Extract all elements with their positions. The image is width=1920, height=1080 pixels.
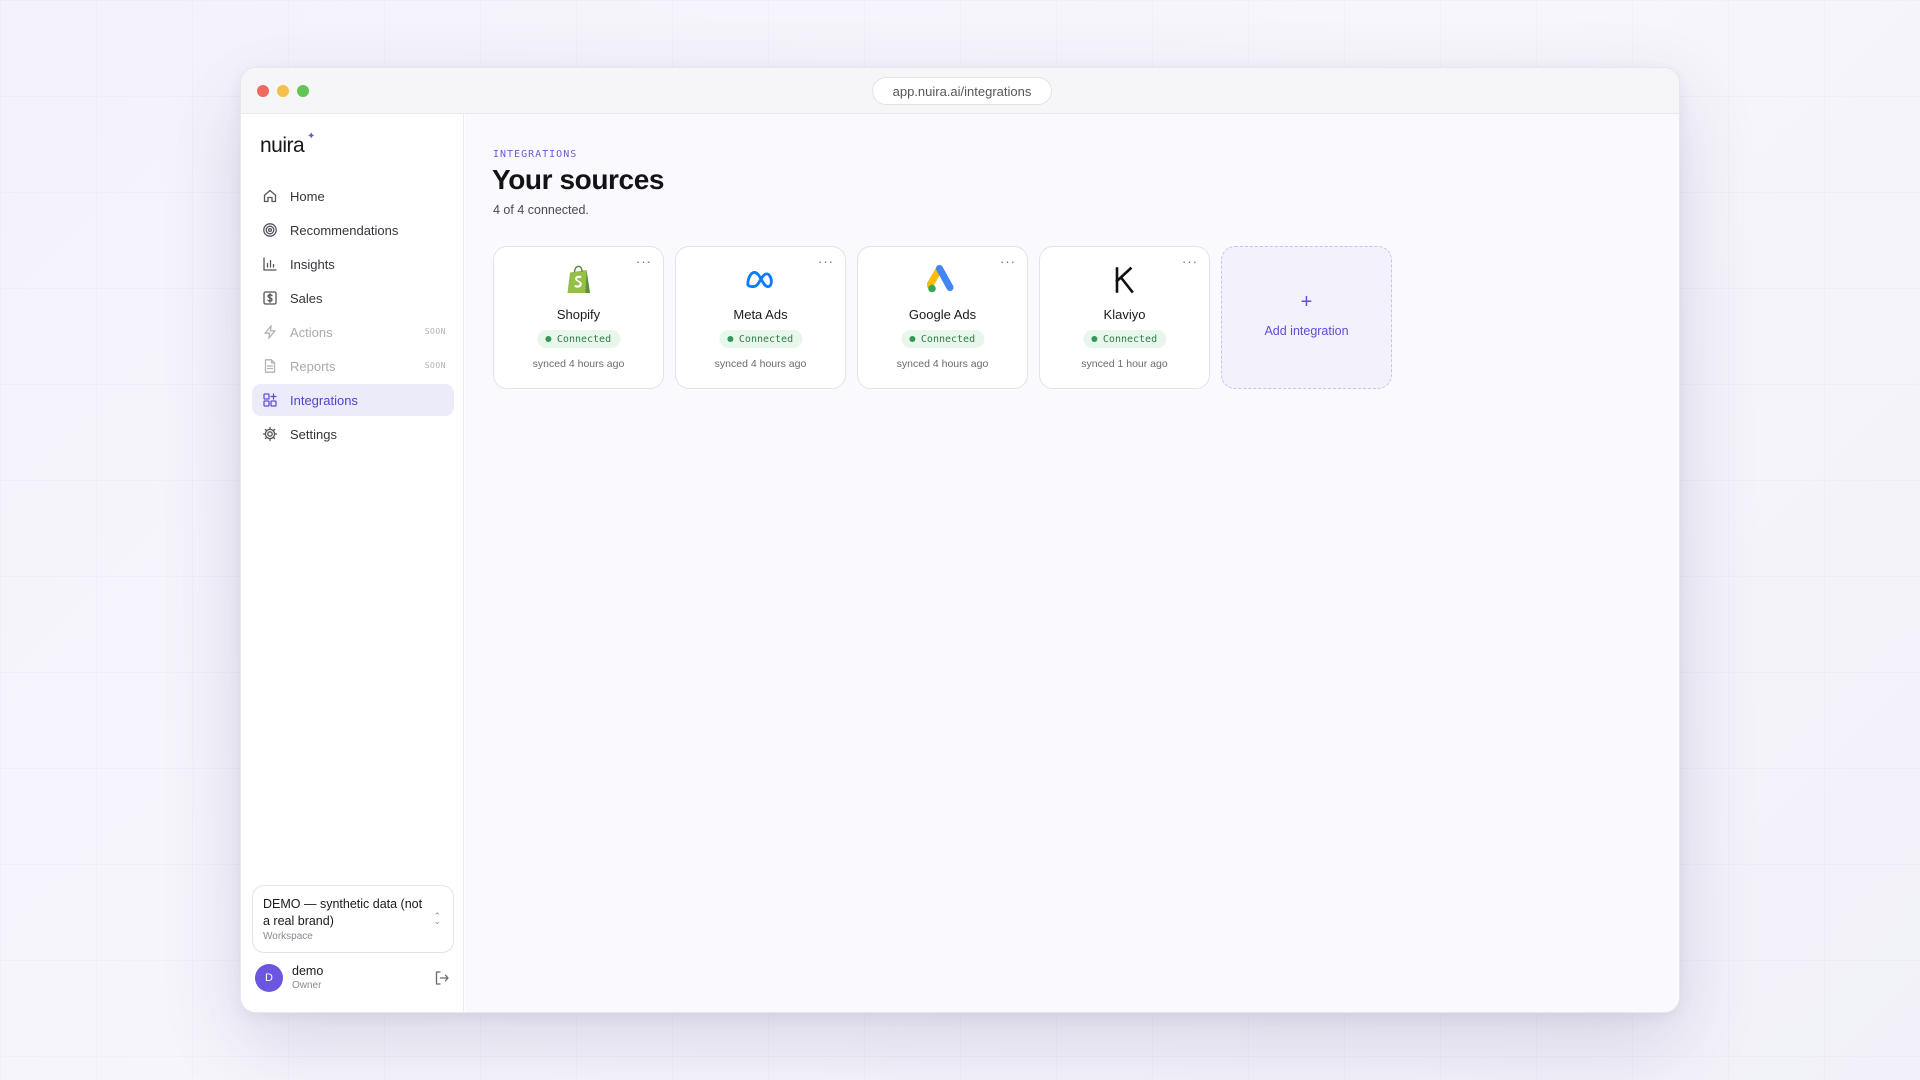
status-label: Connected bbox=[738, 333, 794, 345]
status-badge: Connected bbox=[900, 330, 985, 348]
status-dot bbox=[1090, 336, 1097, 342]
document-icon bbox=[261, 357, 279, 375]
status-badge: Connected bbox=[536, 330, 621, 348]
status-dot bbox=[908, 336, 915, 342]
more-options-icon[interactable]: ··· bbox=[1000, 254, 1016, 269]
sidebar-item-reports[interactable]: Reports SOON bbox=[252, 350, 454, 382]
logout-icon[interactable] bbox=[433, 969, 451, 987]
more-options-icon[interactable]: ··· bbox=[818, 254, 834, 269]
avatar: D bbox=[255, 964, 283, 992]
status-label: Connected bbox=[1102, 333, 1158, 345]
integration-card-klaviyo[interactable]: ··· Klaviyo Connected synced 1 hour ago bbox=[1039, 246, 1210, 389]
status-dot bbox=[726, 336, 733, 342]
minimize-window-button[interactable] bbox=[277, 85, 289, 97]
sidebar-item-label: Home bbox=[290, 188, 325, 204]
sidebar-item-integrations[interactable]: Integrations bbox=[252, 384, 454, 416]
sidebar: nuira ✦ Home Recommendations Insights Sa… bbox=[241, 114, 464, 1012]
chevron-updown-icon: ⌃ ⌄ bbox=[433, 911, 441, 926]
browser-titlebar: app.nuira.ai/integrations bbox=[241, 68, 1679, 114]
soon-badge: SOON bbox=[424, 327, 446, 336]
soon-badge: SOON bbox=[424, 361, 446, 370]
sidebar-item-label: Settings bbox=[290, 426, 337, 442]
sidebar-item-label: Integrations bbox=[290, 392, 358, 408]
sidebar-item-label: Sales bbox=[290, 290, 323, 306]
status-badge: Connected bbox=[718, 330, 803, 348]
sidebar-item-label: Actions bbox=[290, 324, 333, 340]
sync-time: synced 4 hours ago bbox=[714, 358, 807, 370]
page-subtitle: 4 of 4 connected. bbox=[493, 203, 589, 217]
bar-chart-icon bbox=[261, 255, 279, 273]
grid-plus-icon bbox=[261, 391, 279, 409]
sidebar-item-label: Reports bbox=[290, 358, 336, 374]
sidebar-nav: Home Recommendations Insights Sales Acti… bbox=[252, 180, 454, 452]
gear-icon bbox=[261, 425, 279, 443]
add-integration-label: Add integration bbox=[1264, 324, 1349, 338]
add-integration-button[interactable]: + Add integration bbox=[1221, 246, 1392, 389]
sidebar-item-home[interactable]: Home bbox=[252, 180, 454, 212]
app-logo[interactable]: nuira bbox=[260, 134, 305, 158]
more-options-icon[interactable]: ··· bbox=[1182, 254, 1198, 269]
sidebar-item-label: Insights bbox=[290, 256, 335, 272]
integration-card-google-ads[interactable]: ··· Google Ads Connected synced 4 hours … bbox=[857, 246, 1028, 389]
sidebar-item-sales[interactable]: Sales bbox=[252, 282, 454, 314]
integration-name: Klaviyo bbox=[1103, 307, 1146, 322]
dollar-icon bbox=[261, 289, 279, 307]
more-options-icon[interactable]: ··· bbox=[636, 254, 652, 269]
sidebar-item-label: Recommendations bbox=[290, 222, 399, 238]
shopify-icon bbox=[563, 264, 595, 296]
integration-name: Meta Ads bbox=[733, 307, 788, 322]
user-profile[interactable]: D demo Owner bbox=[255, 963, 451, 993]
integration-name: Shopify bbox=[556, 307, 601, 322]
meta-icon bbox=[745, 264, 777, 296]
home-icon bbox=[261, 187, 279, 205]
integration-cards: ··· Shopify Connected synced 4 hours ago… bbox=[493, 246, 1392, 389]
browser-window: app.nuira.ai/integrations nuira ✦ Home R… bbox=[240, 67, 1680, 1013]
sidebar-item-actions[interactable]: Actions SOON bbox=[252, 316, 454, 348]
user-role: Owner bbox=[292, 980, 322, 991]
workspace-label: Workspace bbox=[263, 931, 313, 942]
sync-time: synced 1 hour ago bbox=[1081, 358, 1168, 370]
user-name: demo bbox=[292, 964, 324, 978]
workspace-switcher[interactable]: DEMO — synthetic data (not a real brand)… bbox=[252, 885, 454, 953]
sidebar-item-insights[interactable]: Insights bbox=[252, 248, 454, 280]
status-dot bbox=[544, 336, 551, 342]
sidebar-item-recommendations[interactable]: Recommendations bbox=[252, 214, 454, 246]
integration-card-shopify[interactable]: ··· Shopify Connected synced 4 hours ago bbox=[493, 246, 664, 389]
sidebar-item-settings[interactable]: Settings bbox=[252, 418, 454, 450]
sync-time: synced 4 hours ago bbox=[532, 358, 625, 370]
klaviyo-icon bbox=[1109, 264, 1141, 296]
plus-icon: + bbox=[1300, 291, 1313, 313]
main-content: INTEGRATIONS Your sources 4 of 4 connect… bbox=[465, 114, 1679, 1012]
status-label: Connected bbox=[920, 333, 976, 345]
logo-sparkle-icon: ✦ bbox=[307, 131, 316, 142]
page-title: Your sources bbox=[492, 164, 665, 195]
integration-name: Google Ads bbox=[908, 307, 977, 322]
close-window-button[interactable] bbox=[257, 85, 269, 97]
bolt-icon bbox=[261, 323, 279, 341]
integration-card-meta-ads[interactable]: ··· Meta Ads Connected synced 4 hours ag… bbox=[675, 246, 846, 389]
maximize-window-button[interactable] bbox=[297, 85, 309, 97]
google-ads-icon bbox=[926, 264, 959, 296]
section-eyebrow: INTEGRATIONS bbox=[493, 149, 578, 160]
address-bar[interactable]: app.nuira.ai/integrations bbox=[872, 77, 1052, 105]
status-label: Connected bbox=[556, 333, 612, 345]
target-icon bbox=[261, 221, 279, 239]
workspace-name: DEMO — synthetic data (not a real brand) bbox=[263, 897, 423, 928]
sync-time: synced 4 hours ago bbox=[896, 358, 989, 370]
status-badge: Connected bbox=[1082, 330, 1167, 348]
